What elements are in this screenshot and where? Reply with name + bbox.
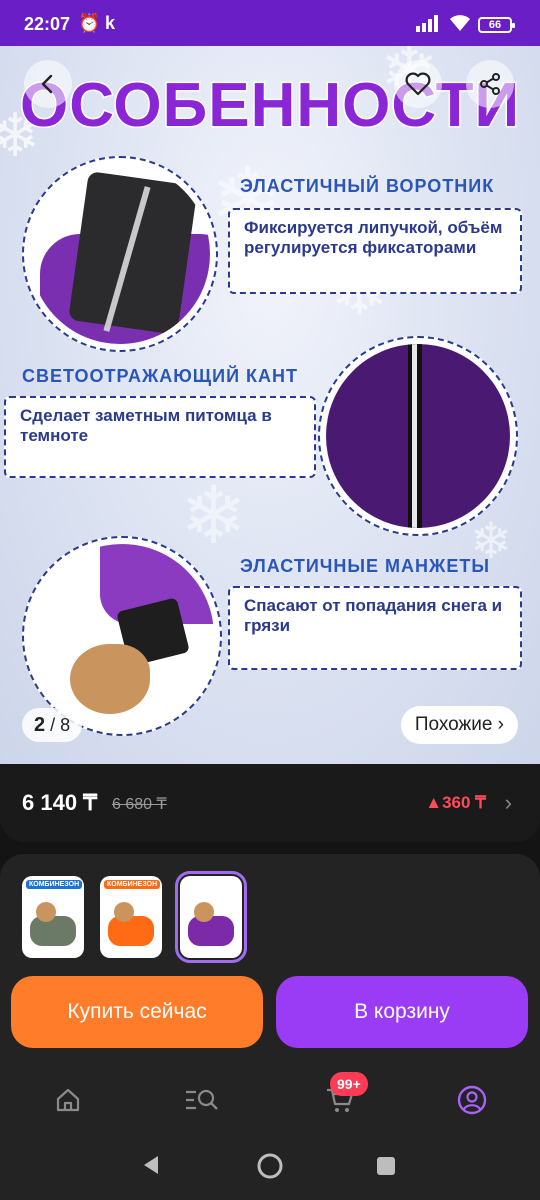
piping-closeup-image (318, 336, 518, 536)
nav-home[interactable] (48, 1080, 88, 1120)
back-button[interactable] (24, 60, 72, 108)
chevron-right-icon[interactable]: › (505, 790, 512, 816)
dog-head (194, 902, 214, 922)
signal-icon (416, 15, 438, 32)
pager-total: 8 (60, 715, 71, 735)
pager-current: 2 (34, 714, 46, 736)
profile-icon (457, 1085, 487, 1115)
cart-badge: 99+ (330, 1072, 368, 1096)
system-back-icon[interactable] (140, 1154, 162, 1176)
share-button[interactable] (466, 60, 514, 108)
thumbnail-header: КОМБИНЕЗОН (26, 880, 83, 889)
system-home-icon[interactable] (256, 1152, 284, 1180)
thumbnail-header: КОМБИНЕЗОН (104, 880, 161, 889)
feature-text-piping: Сделает заметным питомца в темноте (4, 396, 316, 478)
favorite-button[interactable] (394, 60, 442, 108)
price-difference: ▲360 ₸ (425, 793, 486, 812)
add-to-cart-button[interactable]: В корзину (276, 976, 528, 1048)
reflective-strip (412, 344, 417, 528)
suit-image (188, 916, 234, 946)
dog-head (36, 902, 56, 922)
feature-text-collar: Фиксируется липучкой, объём регулируется… (228, 208, 522, 294)
system-navigation-bar (0, 1128, 540, 1200)
feature-title-cuffs: ЭЛАСТИЧНЫЕ МАНЖЕТЫ (240, 556, 490, 576)
variant-thumbnail-selected[interactable] (175, 871, 247, 963)
wifi-icon (450, 15, 470, 31)
status-time: 22:07 (24, 14, 71, 34)
alarm-icon: ⏰ (78, 13, 101, 33)
nav-catalog[interactable] (182, 1080, 222, 1120)
status-bar: 22:07 ⏰ k 66 (0, 0, 540, 46)
share-icon (480, 73, 500, 95)
product-image-carousel[interactable]: ❄ ❄ ❄ ❄ ❄ ❄ ОСОБЕННОСТИ ЭЛАСТИЧНЫЙ ВОРОТ… (0, 46, 540, 764)
heart-icon (405, 72, 431, 96)
home-icon (56, 1088, 80, 1112)
back-arrow-icon (41, 74, 53, 94)
collar-band (68, 171, 198, 335)
system-recents-icon[interactable] (376, 1156, 396, 1176)
suit-image (30, 916, 76, 946)
price-old: 6 680 ₸ (112, 796, 167, 813)
cuff-closeup-image (22, 536, 222, 736)
price-panel[interactable]: 6 140 ₸ 6 680 ₸ ▲360 ₸ › (0, 764, 540, 842)
battery-icon: 66 (478, 17, 515, 33)
collar-closeup-image (22, 156, 218, 352)
nav-profile[interactable] (452, 1080, 492, 1120)
buy-now-button[interactable]: Купить сейчас (11, 976, 263, 1048)
feature-title-piping: СВЕТООТРАЖАЮЩИЙ КАНТ (22, 366, 298, 386)
catalog-search-icon (186, 1089, 218, 1110)
variant-thumbnail[interactable]: КОМБИНЕЗОН (22, 876, 84, 958)
suit-image (108, 916, 154, 946)
dog-head (114, 902, 134, 922)
similar-button[interactable]: Похожие › (400, 706, 518, 744)
status-carrier-letter: k (105, 13, 116, 33)
hero-title: ОСОБЕННОСТИ (18, 70, 521, 142)
feature-title-collar: ЭЛАСТИЧНЫЙ ВОРОТНИК (240, 176, 495, 196)
feature-text-cuffs: Спасают от попадания снега и грязи (228, 586, 522, 670)
image-pager: 2 / 8 (22, 708, 83, 742)
dog-paw (70, 644, 150, 714)
price-current: 6 140 ₸ (22, 790, 98, 815)
variant-thumbnail[interactable]: КОМБИНЕЗОН (100, 876, 162, 958)
